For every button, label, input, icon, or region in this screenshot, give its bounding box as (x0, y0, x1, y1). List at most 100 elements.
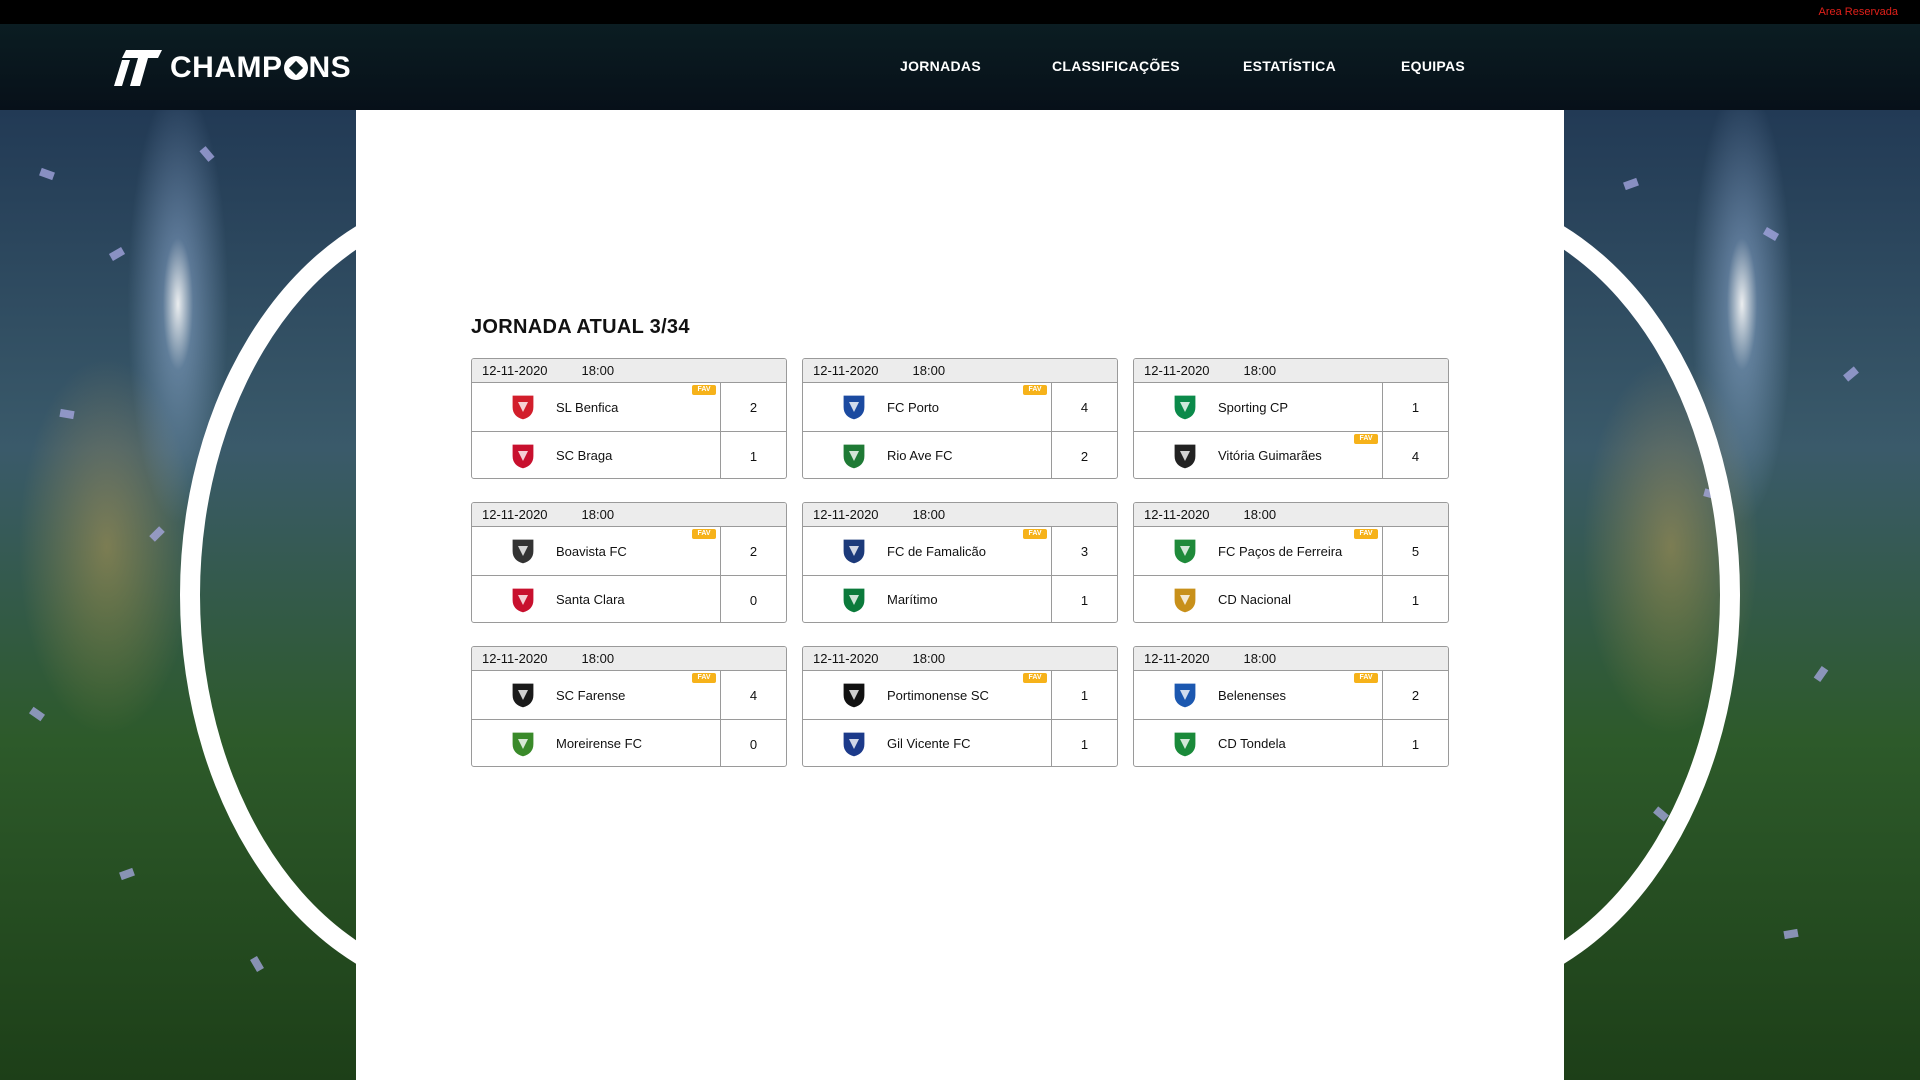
team-score: 3 (1051, 527, 1117, 575)
team-row-away: Vitória Guimarães FAV 4 (1134, 431, 1448, 478)
team-score: 2 (1051, 432, 1117, 478)
team-score: 1 (720, 432, 786, 478)
team-row-home: SL Benfica FAV 2 (472, 383, 786, 431)
team-name[interactable]: Rio Ave FC (887, 448, 953, 463)
team-name[interactable]: CD Nacional (1218, 592, 1291, 607)
team-score: 5 (1382, 527, 1448, 575)
fav-badge[interactable]: FAV (1023, 673, 1047, 683)
fav-badge[interactable]: FAV (692, 673, 716, 683)
background-right (1564, 110, 1920, 1080)
team-name[interactable]: Boavista FC (556, 544, 627, 559)
team-crest-icon (1172, 681, 1198, 709)
ball-outline-decoration (180, 190, 356, 1000)
team-crest-icon (510, 442, 536, 470)
match-header: 12-11-2020 18:00 (803, 647, 1117, 671)
team-name[interactable]: Moreirense FC (556, 736, 642, 751)
main-content: JORNADA ATUAL 3/34 12-11-2020 18:00 SL Ben… (356, 110, 1564, 1080)
team-score: 2 (720, 383, 786, 431)
match-card[interactable]: 12-11-2020 18:00 FC Paços de Ferreira FAV 5 C… (1133, 502, 1449, 623)
fav-badge[interactable]: FAV (1023, 385, 1047, 395)
confetti-decoration (108, 247, 126, 261)
team-row-away: SC Braga 1 (472, 431, 786, 478)
fav-badge[interactable]: FAV (1023, 529, 1047, 539)
match-header: 12-11-2020 18:00 (472, 359, 786, 383)
team-crest-icon (841, 681, 867, 709)
team-row-away: CD Tondela 1 (1134, 719, 1448, 766)
team-crest-icon (1172, 442, 1198, 470)
fav-badge[interactable]: FAV (1354, 529, 1378, 539)
page-title: JORNADA ATUAL 3/34 (471, 316, 690, 338)
fav-badge[interactable]: FAV (692, 385, 716, 395)
match-date: 12-11-2020 (813, 651, 879, 666)
team-crest-icon (1172, 537, 1198, 565)
area-reservada-link[interactable]: Area Reservada (1819, 6, 1899, 18)
match-header: 12-11-2020 18:00 (1134, 503, 1448, 527)
team-name[interactable]: Portimonense SC (887, 688, 989, 703)
fav-badge[interactable]: FAV (1354, 434, 1378, 444)
team-name[interactable]: SC Farense (556, 688, 625, 703)
team-score: 0 (720, 576, 786, 622)
team-row-home: Belenenses FAV 2 (1134, 671, 1448, 719)
match-date: 12-11-2020 (1144, 651, 1210, 666)
match-time: 18:00 (581, 363, 615, 378)
match-card[interactable]: 12-11-2020 18:00 FC Porto FAV 4 Rio Ave FC 2 (802, 358, 1118, 479)
match-header: 12-11-2020 18:00 (472, 647, 786, 671)
fav-badge[interactable]: FAV (692, 529, 716, 539)
team-name[interactable]: FC de Famalicão (887, 544, 986, 559)
team-name[interactable]: SC Braga (556, 448, 612, 463)
nav-jornadas[interactable]: JORNADAS (900, 58, 981, 74)
match-header: 12-11-2020 18:00 (1134, 647, 1448, 671)
match-card[interactable]: 12-11-2020 18:00 SL Benfica FAV 2 SC Braga 1 (471, 358, 787, 479)
match-card[interactable]: 12-11-2020 18:00 Boavista FC FAV 2 Santa Clar… (471, 502, 787, 623)
team-name[interactable]: FC Paços de Ferreira (1218, 544, 1342, 559)
team-score: 1 (1382, 383, 1448, 431)
team-crest-icon (841, 537, 867, 565)
match-time: 18:00 (912, 651, 946, 666)
team-name[interactable]: Belenenses (1218, 688, 1286, 703)
team-score: 2 (1382, 671, 1448, 719)
team-name[interactable]: CD Tondela (1218, 736, 1286, 751)
team-row-home: FC Paços de Ferreira FAV 5 (1134, 527, 1448, 575)
confetti-decoration (1783, 928, 1799, 940)
team-row-away: Marítimo 1 (803, 575, 1117, 622)
team-name[interactable]: SL Benfica (556, 400, 618, 415)
team-score: 1 (1382, 576, 1448, 622)
match-card[interactable]: 12-11-2020 18:00 FC de Famalicão FAV 3 Maríti… (802, 502, 1118, 623)
team-name[interactable]: Vitória Guimarães (1218, 448, 1322, 463)
match-date: 12-11-2020 (813, 507, 879, 522)
team-name[interactable]: Santa Clara (556, 592, 625, 607)
match-time: 18:00 (581, 507, 615, 522)
team-name[interactable]: Gil Vicente FC (887, 736, 971, 751)
match-header: 12-11-2020 18:00 (472, 503, 786, 527)
team-score: 0 (720, 720, 786, 766)
logo-ball-icon (283, 56, 308, 80)
match-time: 18:00 (581, 651, 615, 666)
match-card[interactable]: 12-11-2020 18:00 Sporting CP 1 Vitória Guima… (1133, 358, 1449, 479)
match-card[interactable]: 12-11-2020 18:00 Belenenses FAV 2 CD Tondela 1 (1133, 646, 1449, 767)
nav-equipas[interactable]: EQUIPAS (1401, 58, 1465, 74)
match-card[interactable]: 12-11-2020 18:00 SC Farense FAV 4 Moreirense … (471, 646, 787, 767)
logo[interactable]: CHAMP NS (112, 46, 351, 90)
match-card[interactable]: 12-11-2020 18:00 Portimonense SC FAV 1 Gil Vi… (802, 646, 1118, 767)
team-crest-icon (841, 730, 867, 758)
team-name[interactable]: Marítimo (887, 592, 938, 607)
nav-classificacoes[interactable]: CLASSIFICAÇÕES (1052, 58, 1180, 74)
confetti-decoration (1843, 366, 1859, 382)
team-row-away: Gil Vicente FC 1 (803, 719, 1117, 766)
team-crest-icon (841, 442, 867, 470)
top-bar: Area Reservada (0, 0, 1920, 24)
match-header: 12-11-2020 18:00 (803, 503, 1117, 527)
confetti-decoration (149, 526, 165, 542)
ball-outline-decoration (1564, 190, 1740, 1000)
match-time: 18:00 (912, 363, 946, 378)
team-crest-icon (1172, 393, 1198, 421)
team-row-home: Boavista FC FAV 2 (472, 527, 786, 575)
nav-estatistica[interactable]: ESTATÍSTICA (1243, 58, 1336, 74)
team-row-home: SC Farense FAV 4 (472, 671, 786, 719)
team-crest-icon (1172, 586, 1198, 614)
team-name[interactable]: FC Porto (887, 400, 939, 415)
team-name[interactable]: Sporting CP (1218, 400, 1288, 415)
team-score: 2 (720, 527, 786, 575)
team-row-home: FC de Famalicão FAV 3 (803, 527, 1117, 575)
fav-badge[interactable]: FAV (1354, 673, 1378, 683)
